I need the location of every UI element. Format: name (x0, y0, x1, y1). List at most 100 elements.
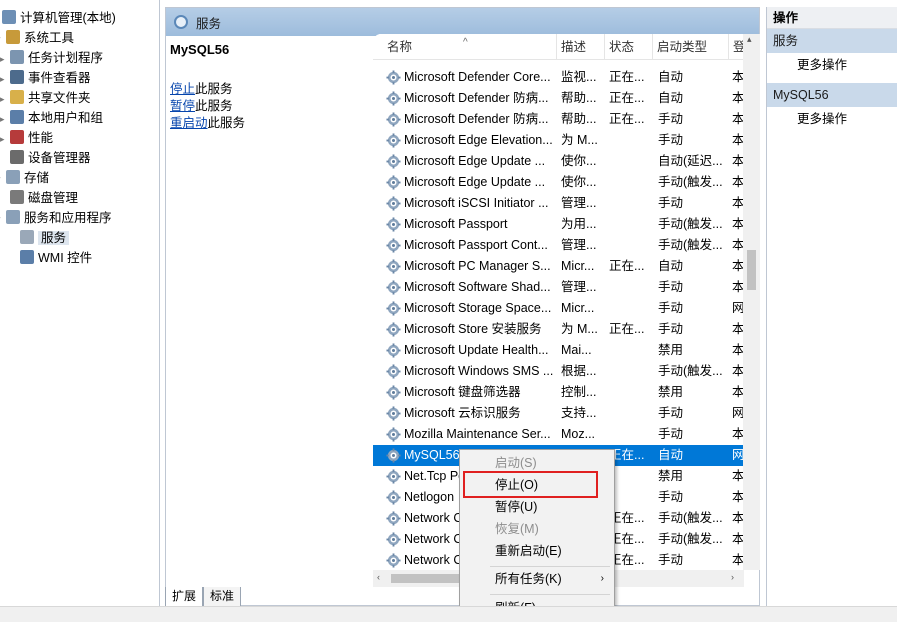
service-desc: 为用... (561, 217, 597, 231)
vertical-scroll-thumb[interactable] (747, 250, 756, 290)
service-row[interactable]: Microsoft 键盘筛选器 控制... 禁用本 (373, 382, 751, 403)
tree-item[interactable]: ▸ 任务计划程序 (0, 48, 103, 68)
service-row[interactable]: Microsoft Defender Core... 监视... 正在... 自动本 (373, 67, 751, 88)
menu-item-restart[interactable]: 重新启动(E) (460, 540, 614, 562)
service-status: 正在... (609, 448, 645, 462)
service-gear-icon (386, 364, 401, 379)
tree-item[interactable]: 设备管理器 (0, 148, 91, 168)
tree-item[interactable]: ▸ 本地用户和组 (0, 108, 103, 128)
service-name: Microsoft PC Manager S... (404, 259, 551, 273)
shared-folder-icon (10, 90, 24, 104)
actions-section-services[interactable]: 服务 (767, 29, 897, 53)
tree-item[interactable]: ▾存储 (0, 168, 49, 188)
service-row[interactable]: Microsoft 云标识服务 支持... 手动网 (373, 403, 751, 424)
tree-item[interactable]: WMI 控件 (10, 248, 92, 268)
service-status: 正在... (609, 112, 645, 126)
menu-separator (490, 594, 610, 595)
restart-service-link[interactable]: 重启动 (170, 116, 208, 130)
service-startup: 手动 (658, 553, 684, 567)
service-startup: 手动(触发... (658, 511, 723, 525)
service-gear-icon (386, 448, 401, 463)
menu-item-resume[interactable]: 恢复(M) (460, 518, 614, 540)
service-gear-icon (386, 217, 401, 232)
tree-item[interactable]: ▸ 事件查看器 (0, 68, 91, 88)
service-row[interactable]: Microsoft Software Shad... 管理... 手动本 (373, 277, 751, 298)
column-startup-type[interactable]: 启动类型 (653, 34, 729, 60)
service-row[interactable]: Microsoft Defender 防病... 帮助... 正在... 自动本 (373, 88, 751, 109)
tab-standard[interactable]: 标准 (203, 587, 241, 607)
stop-service-link[interactable]: 停止 (170, 82, 195, 96)
collapsed-arrow-icon[interactable]: ▸ (0, 69, 10, 89)
service-startup: 禁用 (658, 385, 684, 399)
restart-service-line: 重启动此服务 (170, 115, 365, 132)
service-row[interactable]: Microsoft Edge Elevation... 为 M... 手动本 (373, 130, 751, 151)
collapsed-arrow-icon[interactable]: ▸ (0, 109, 10, 129)
service-startup: 手动 (658, 280, 684, 294)
menu-item-pause[interactable]: 暂停(U) (460, 496, 614, 518)
stop-service-line: 停止此服务 (170, 81, 365, 98)
service-startup: 手动 (658, 133, 684, 147)
service-row[interactable]: Microsoft PC Manager S... Micr... 正在... 自动本 (373, 256, 751, 277)
menu-item-all-tasks[interactable]: 所有任务(K) › (460, 568, 614, 590)
pause-service-link[interactable]: 暂停 (170, 99, 195, 113)
tree-item-label: 系统工具 (24, 31, 75, 45)
computer-icon (2, 10, 16, 24)
tree-item[interactable]: 磁盘管理 (0, 188, 78, 208)
service-row[interactable]: Microsoft Update Health... Mai... 禁用本 (373, 340, 751, 361)
column-status[interactable]: 状态 (605, 34, 653, 60)
tree-item-label: 共享文件夹 (28, 91, 91, 105)
collapsed-arrow-icon[interactable]: ▸ (0, 129, 10, 149)
collapsed-arrow-icon[interactable]: ▸ (0, 49, 10, 69)
scroll-left-icon[interactable]: ‹ (377, 572, 380, 582)
column-name[interactable]: 名称 ^ (373, 34, 557, 60)
submenu-arrow-icon: › (600, 573, 604, 584)
gear-icon (20, 230, 34, 244)
tree-item[interactable]: ▸ 性能 (0, 128, 53, 148)
service-gear-icon (386, 490, 401, 505)
service-desc: 根据... (561, 364, 597, 378)
service-startup: 手动 (658, 112, 684, 126)
tab-extended[interactable]: 扩展 (165, 587, 203, 607)
service-startup: 自动 (658, 70, 684, 84)
pane-header: 服务 (166, 8, 759, 36)
service-row[interactable]: Microsoft Passport Cont... 管理... 手动(触发... 本 (373, 235, 751, 256)
service-gear-icon (386, 196, 401, 211)
actions-section-mysql[interactable]: MySQL56 (767, 83, 897, 107)
more-actions-services[interactable]: 更多操作 (767, 53, 897, 77)
tree-item[interactable]: ▾服务和应用程序 (0, 208, 112, 228)
service-row[interactable]: Microsoft Windows SMS ... 根据... 手动(触发... 本 (373, 361, 751, 382)
collapsed-arrow-icon[interactable]: ▸ (0, 89, 10, 109)
scroll-right-icon[interactable]: › (731, 572, 734, 582)
disk-icon (10, 190, 24, 204)
service-row[interactable]: Microsoft Edge Update ... 使你... 自动(延迟... 本 (373, 151, 751, 172)
service-gear-icon (386, 532, 401, 547)
service-gear-icon (386, 343, 401, 358)
service-name: Microsoft Defender Core... (404, 70, 551, 84)
vertical-scrollbar[interactable]: ▴ (743, 34, 760, 570)
more-actions-mysql[interactable]: 更多操作 (767, 107, 897, 131)
service-row[interactable]: Microsoft iSCSI Initiator ... 管理... 手动本 (373, 193, 751, 214)
tree-item[interactable]: ▾系统工具 (0, 28, 74, 48)
service-row[interactable]: Microsoft Defender 防病... 帮助... 正在... 手动本 (373, 109, 751, 130)
tree-item[interactable]: 计算机管理(本地) (0, 8, 116, 28)
tree-item[interactable]: ▸ 共享文件夹 (0, 88, 91, 108)
service-row[interactable]: Microsoft Edge Update ... 使你... 手动(触发... 本 (373, 172, 751, 193)
service-status: 正在... (609, 91, 645, 105)
tree-item[interactable]: 服务 (10, 228, 70, 248)
service-row[interactable]: Microsoft Store 安装服务为 M... 正在... 手动本 (373, 319, 751, 340)
service-name: Microsoft Edge Update ... (404, 175, 546, 189)
tree-item-label: WMI 控件 (38, 251, 93, 265)
menu-separator (490, 566, 610, 567)
service-row[interactable]: Mozilla Maintenance Ser... Moz... 手动本 (373, 424, 751, 445)
service-startup: 手动 (658, 427, 684, 441)
service-row[interactable]: Microsoft Passport 为用... 手动(触发... 本 (373, 214, 751, 235)
service-name: Microsoft Windows SMS ... (404, 364, 554, 378)
service-name: Microsoft Storage Space... (404, 301, 552, 315)
column-description[interactable]: 描述 (557, 34, 605, 60)
service-startup: 手动(触发... (658, 532, 723, 546)
search-services-icon (174, 15, 188, 29)
scroll-up-icon[interactable]: ▴ (747, 34, 752, 45)
service-name: Microsoft 云标识服务 (404, 406, 521, 420)
performance-icon (10, 130, 24, 144)
service-row[interactable]: Microsoft Storage Space... Micr... 手动网 (373, 298, 751, 319)
